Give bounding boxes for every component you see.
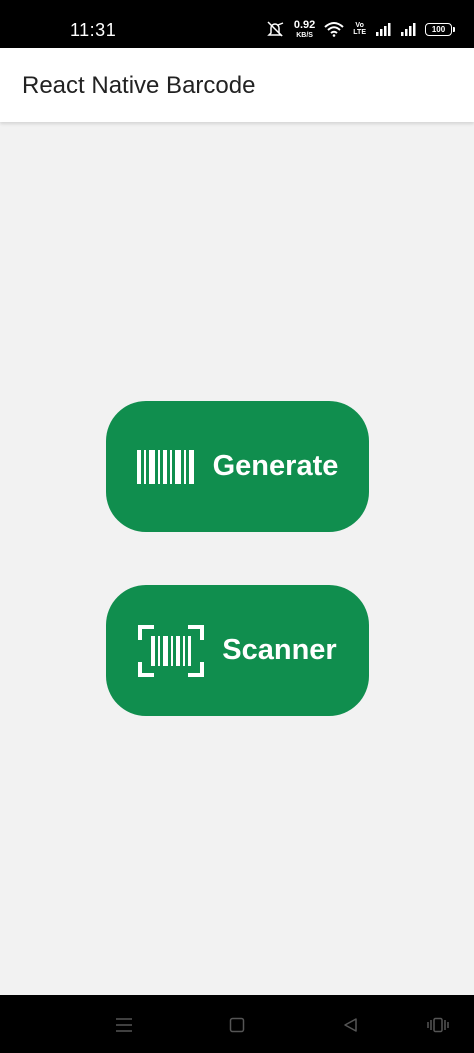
mute-icon [267,21,284,37]
wifi-icon [324,22,344,37]
battery-icon: 100 [425,22,455,36]
barcode-scan-icon [138,624,205,677]
scanner-button[interactable]: Scanner [106,585,369,716]
menu-button[interactable] [112,1013,136,1037]
recents-button[interactable] [426,1013,450,1037]
battery-level: 100 [431,24,446,34]
net-speed-value: 0.92 [293,18,316,31]
status-icons: 0.92 KB/S Vo LTE 100 [265,17,455,41]
generate-button[interactable]: Generate [106,401,369,532]
page-title: React Native Barcode [22,72,256,99]
net-speed: 0.92 KB/S [293,18,316,39]
volte-top: Vo [355,22,364,29]
volte-bottom: LTE [353,29,366,36]
net-speed-unit: KB/S [296,31,313,39]
back-button[interactable] [338,1013,362,1037]
scanner-label: Scanner [222,634,337,666]
navigation-bar [0,995,474,1053]
status-time: 11:31 [70,20,117,40]
signal-icon [376,23,391,36]
barcode-icon [136,449,194,484]
signal-icon [401,23,416,36]
menu-icon [116,1018,132,1032]
status-bar: 11:31 0.92 KB/S Vo LTE 100 [0,0,474,48]
volte-indicator: Vo LTE [353,22,366,36]
recents-icon [427,1017,449,1033]
app-header: React Native Barcode [0,48,474,122]
home-button[interactable] [225,1013,249,1037]
generate-label: Generate [212,450,339,482]
home-icon [229,1017,245,1033]
back-icon [344,1018,357,1032]
